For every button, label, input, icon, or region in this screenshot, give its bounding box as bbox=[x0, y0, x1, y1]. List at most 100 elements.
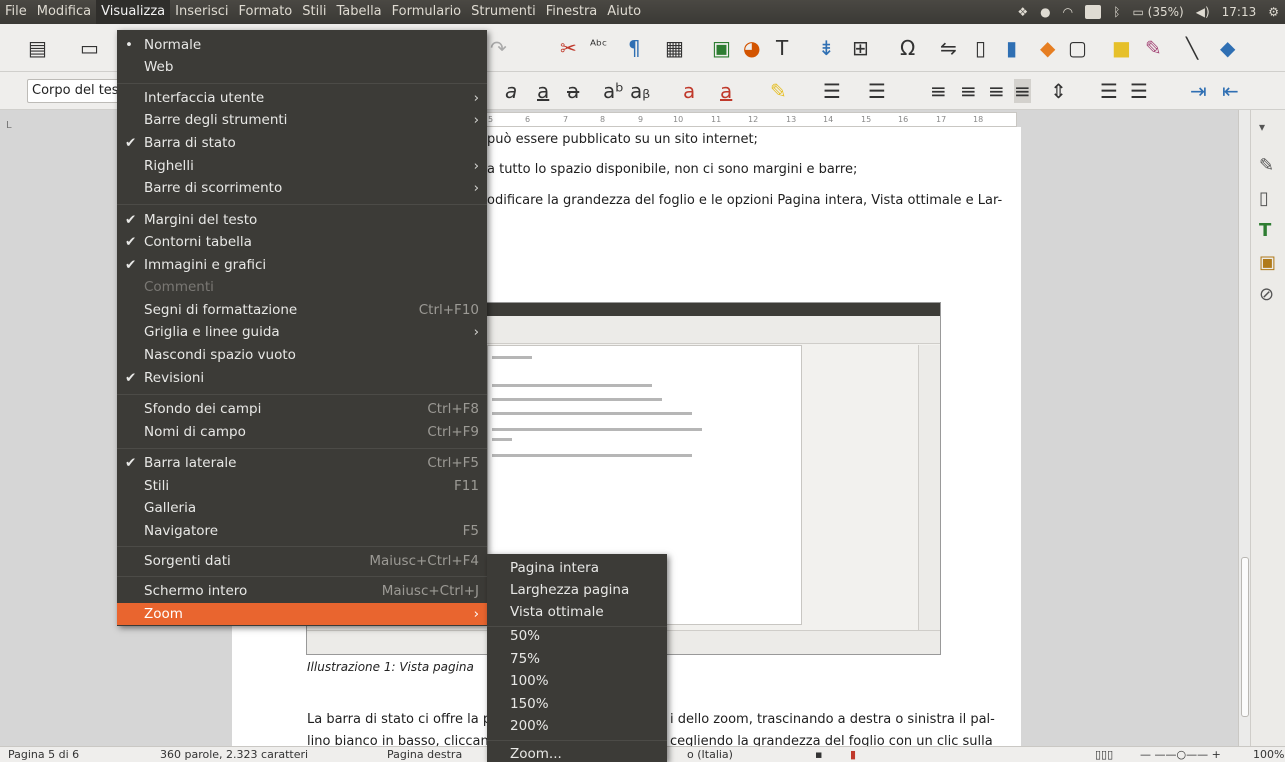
font-color-icon[interactable]: a bbox=[720, 79, 732, 103]
menu-item-sorgenti-dati[interactable]: Sorgenti dati Maiusc+Ctrl+F4 bbox=[117, 550, 487, 572]
increase-indent-icon[interactable]: ⇥ bbox=[1190, 79, 1207, 103]
clear-formatting-icon[interactable]: ✂ bbox=[560, 36, 577, 60]
line-spacing-icon[interactable]: ⇕ bbox=[1050, 79, 1067, 103]
menu-tabella[interactable]: Tabella bbox=[331, 0, 386, 24]
menu-inserisci[interactable]: Inserisci bbox=[170, 0, 233, 24]
menu-item-barre-strumenti[interactable]: Barre degli strumenti › bbox=[117, 109, 487, 131]
navigator-icon[interactable]: ⊘ bbox=[1259, 284, 1274, 305]
menu-item-barra-stato[interactable]: ✔ Barra di stato bbox=[117, 132, 487, 154]
formatting-marks-icon[interactable]: ¶ bbox=[628, 36, 641, 60]
status-page-style[interactable]: Pagina destra bbox=[387, 748, 462, 761]
menu-strumenti[interactable]: Strumenti bbox=[466, 0, 541, 24]
dropbox-icon[interactable]: ❖ bbox=[1017, 5, 1028, 19]
menu-item-galleria[interactable]: Galleria bbox=[117, 497, 487, 519]
zoom-item-zoom-dialog[interactable]: Zoom... bbox=[487, 743, 667, 762]
menu-stili[interactable]: Stili bbox=[297, 0, 331, 24]
insert-mode-icon[interactable]: ▪ bbox=[815, 748, 822, 761]
align-center-icon[interactable]: ≡ bbox=[960, 79, 977, 103]
insert-image-icon[interactable]: ▣ bbox=[712, 36, 731, 60]
menu-item-interfaccia-utente[interactable]: Interfaccia utente › bbox=[117, 87, 487, 109]
menu-item-righelli[interactable]: Righelli › bbox=[117, 155, 487, 177]
insert-chart-icon[interactable]: ◕ bbox=[743, 36, 760, 60]
status-word-count[interactable]: 360 parole, 2.323 caratteri bbox=[160, 748, 308, 761]
bluetooth-icon[interactable]: ᛒ bbox=[1113, 5, 1120, 19]
numbered-list-icon[interactable]: ☰ bbox=[868, 79, 886, 103]
digital-signature-icon[interactable]: ▮ bbox=[850, 748, 856, 761]
spellcheck-icon[interactable]: ᴬᵇᶜ bbox=[590, 34, 607, 58]
menu-item-barra-laterale[interactable]: ✔ Barra laterale Ctrl+F5 bbox=[117, 452, 487, 474]
endnote-icon[interactable]: ▮ bbox=[1006, 36, 1017, 60]
insert-page-break-icon[interactable]: ⇟ bbox=[818, 36, 835, 60]
sidebar-menu-icon[interactable]: ▾ bbox=[1259, 120, 1265, 134]
bookmark-icon[interactable]: ◆ bbox=[1040, 36, 1055, 60]
clock[interactable]: 17:13 bbox=[1222, 5, 1257, 19]
special-character-icon[interactable]: Ω bbox=[900, 36, 915, 60]
menu-item-griglia-linee-guida[interactable]: Griglia e linee guida › bbox=[117, 321, 487, 343]
redo-icon[interactable]: ↷ bbox=[490, 36, 507, 60]
menu-formato[interactable]: Formato bbox=[234, 0, 298, 24]
menu-finestra[interactable]: Finestra bbox=[541, 0, 603, 24]
increase-paragraph-spacing-icon[interactable]: ☰ bbox=[1100, 79, 1118, 103]
zoom-item-50[interactable]: 50% bbox=[487, 625, 667, 647]
open-folder-icon[interactable]: ▭ bbox=[80, 36, 99, 60]
zoom-item-150[interactable]: 150% bbox=[487, 693, 667, 715]
vertical-scrollbar[interactable] bbox=[1238, 110, 1250, 746]
status-page-count[interactable]: Pagina 5 di 6 bbox=[8, 748, 79, 761]
strikethrough-icon[interactable]: a bbox=[567, 79, 579, 103]
menu-item-web[interactable]: Web bbox=[117, 56, 487, 78]
menu-visualizza[interactable]: Visualizza bbox=[96, 0, 171, 24]
comment-icon[interactable]: ■ bbox=[1112, 36, 1131, 60]
menu-formulario[interactable]: Formulario bbox=[387, 0, 466, 24]
menu-item-contorni-tabella[interactable]: ✔ Contorni tabella bbox=[117, 231, 487, 253]
volume-icon[interactable]: ◀) bbox=[1196, 5, 1210, 19]
menu-item-nascondi-spazio-vuoto[interactable]: Nascondi spazio vuoto bbox=[117, 344, 487, 366]
styles-icon[interactable]: T bbox=[1259, 220, 1271, 241]
menu-item-schermo-intero[interactable]: Schermo intero Maiusc+Ctrl+J bbox=[117, 580, 487, 602]
track-changes-icon[interactable]: ✎ bbox=[1145, 36, 1162, 60]
highlight-icon[interactable]: ✎ bbox=[770, 79, 787, 103]
menu-item-zoom[interactable]: Zoom › bbox=[117, 603, 487, 625]
menu-aiuto[interactable]: Aiuto bbox=[602, 0, 646, 24]
menu-item-nomi-campo[interactable]: Nomi di campo Ctrl+F9 bbox=[117, 421, 487, 443]
tab-stop-selector-icon[interactable]: L bbox=[6, 120, 12, 131]
align-left-icon[interactable]: ≡ bbox=[930, 79, 947, 103]
status-language[interactable]: o (Italia) bbox=[687, 748, 733, 761]
cross-reference-icon[interactable]: ▢ bbox=[1068, 36, 1087, 60]
menu-item-margini-testo[interactable]: ✔ Margini del testo bbox=[117, 209, 487, 231]
zoom-slider[interactable]: — ——○—— + bbox=[1140, 748, 1221, 761]
paragraph-style-box[interactable]: Corpo del testo bbox=[27, 79, 127, 103]
menu-item-stili[interactable]: Stili F11 bbox=[117, 475, 487, 497]
wifi-icon[interactable]: ◠ bbox=[1063, 5, 1073, 19]
battery-indicator[interactable]: ▭ (35%) bbox=[1133, 5, 1184, 19]
menu-item-barre-scorrimento[interactable]: Barre di scorrimento › bbox=[117, 177, 487, 199]
gallery-icon[interactable]: ▣ bbox=[1259, 252, 1276, 273]
menu-modifica[interactable]: Modifica bbox=[32, 0, 96, 24]
align-right-icon[interactable]: ≡ bbox=[988, 79, 1005, 103]
decrease-indent-icon[interactable]: ⇤ bbox=[1222, 79, 1239, 103]
menu-item-navigatore[interactable]: Navigatore F5 bbox=[117, 520, 487, 542]
cloud-icon[interactable]: ● bbox=[1040, 5, 1050, 19]
power-gear-icon[interactable]: ⚙ bbox=[1268, 5, 1279, 19]
align-justify-icon[interactable]: ≡ bbox=[1014, 79, 1031, 103]
zoom-item-larghezza-pagina[interactable]: Larghezza pagina bbox=[487, 579, 667, 601]
superscript-icon[interactable]: aᵇ bbox=[603, 79, 624, 103]
menu-file[interactable]: File bbox=[0, 0, 32, 24]
menu-item-immagini-grafici[interactable]: ✔ Immagini e grafici bbox=[117, 254, 487, 276]
bullet-list-icon[interactable]: ☰ bbox=[823, 79, 841, 103]
properties-wrench-icon[interactable]: ✎ bbox=[1259, 155, 1274, 176]
insert-textbox-icon[interactable]: T bbox=[776, 36, 788, 60]
keyboard-layout-indicator[interactable]: It bbox=[1085, 5, 1102, 19]
hyperlink-icon[interactable]: ⇋ bbox=[940, 36, 957, 60]
footnote-icon[interactable]: ▯ bbox=[975, 36, 986, 60]
subscript-icon[interactable]: aᵦ bbox=[630, 79, 650, 103]
zoom-item-pagina-intera[interactable]: Pagina intera bbox=[487, 557, 667, 579]
new-document-icon[interactable]: ▤ bbox=[28, 36, 47, 60]
underline-icon[interactable]: a bbox=[537, 79, 549, 103]
scrollbar-thumb[interactable] bbox=[1241, 557, 1249, 717]
view-layout-icon[interactable]: ▯▯▯ bbox=[1095, 748, 1113, 761]
zoom-item-200[interactable]: 200% bbox=[487, 715, 667, 737]
shapes-icon[interactable]: ◆ bbox=[1220, 36, 1235, 60]
clear-direct-format-icon[interactable]: a bbox=[683, 79, 695, 103]
menu-item-normale[interactable]: • Normale bbox=[117, 34, 487, 56]
menu-item-sfondo-campi[interactable]: Sfondo dei campi Ctrl+F8 bbox=[117, 398, 487, 420]
